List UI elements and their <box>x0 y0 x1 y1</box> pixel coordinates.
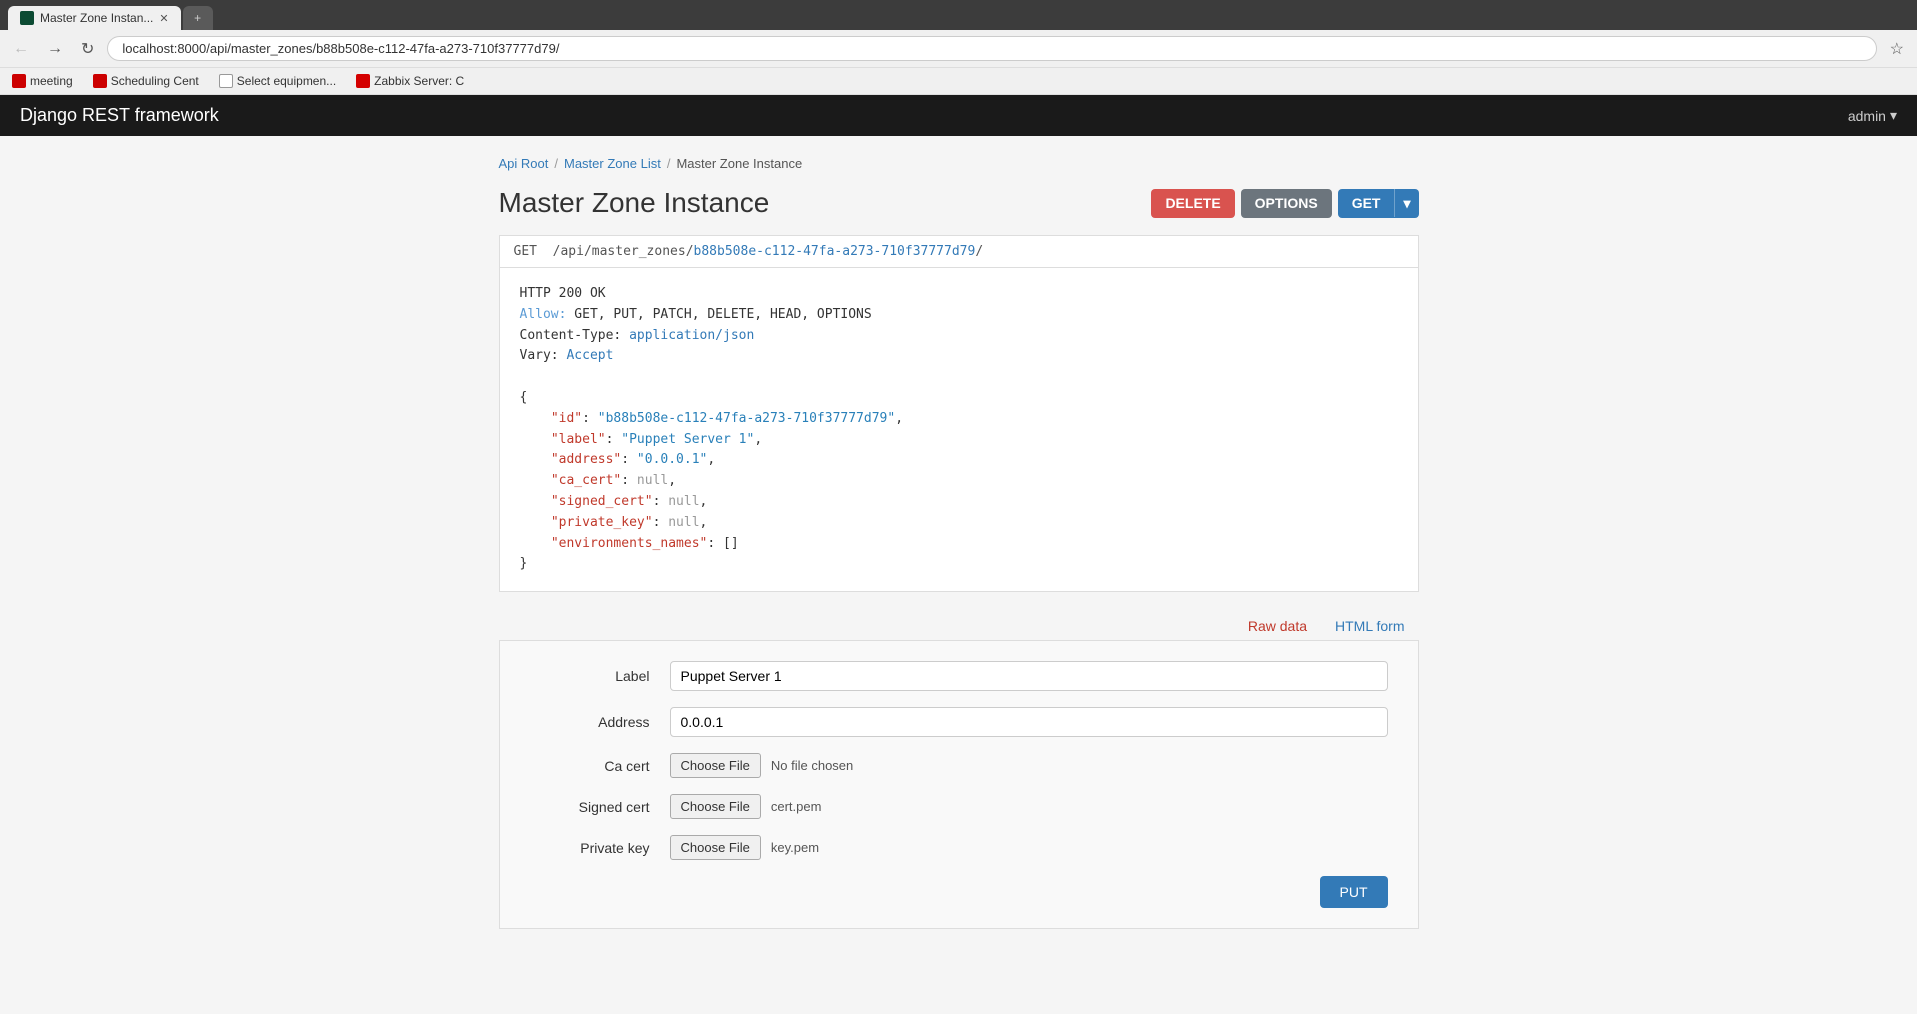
response-status-line: HTTP 200 OK <box>520 284 1398 305</box>
bookmark-zabbix[interactable]: Zabbix Server: C <box>352 72 468 90</box>
browser-toolbar: ← → ↻ ☆ <box>0 30 1917 68</box>
form-section: Label Address Ca cert Choose File No fil… <box>499 640 1419 929</box>
page-header: Master Zone Instance DELETE OPTIONS GET … <box>499 187 1419 219</box>
get-button-caret: ▾ <box>1395 189 1418 218</box>
get-button-label: GET <box>1338 189 1396 217</box>
tab-raw-data[interactable]: Raw data <box>1234 612 1321 640</box>
new-tab-button[interactable]: + <box>183 6 213 30</box>
reload-button[interactable]: ↻ <box>76 37 99 61</box>
signed-cert-field-label: Signed cert <box>530 799 670 815</box>
admin-label: admin <box>1848 108 1886 124</box>
admin-menu[interactable]: admin ▾ <box>1848 107 1897 124</box>
tab-close-button[interactable]: ✕ <box>159 12 168 25</box>
active-tab[interactable]: Master Zone Instan... ✕ <box>8 6 181 30</box>
address-bar[interactable] <box>107 36 1876 61</box>
signed-cert-choose-file-button[interactable]: Choose File <box>670 794 761 819</box>
private-key-file-name: key.pem <box>771 840 819 855</box>
form-row-label: Label <box>530 661 1388 691</box>
bookmark-scheduling-label: Scheduling Cent <box>111 74 199 88</box>
bookmark-scheduling[interactable]: Scheduling Cent <box>89 72 203 90</box>
app-title: Django REST framework <box>20 105 219 126</box>
admin-caret-icon: ▾ <box>1890 107 1897 124</box>
delete-button[interactable]: DELETE <box>1151 189 1234 218</box>
content-type-value: application/json <box>629 328 754 343</box>
browser-chrome: Master Zone Instan... ✕ + ← → ↻ ☆ meetin… <box>0 0 1917 95</box>
form-tabs: Raw data HTML form <box>499 612 1419 640</box>
get-info-box: GET /api/master_zones/b88b508e-c112-47fa… <box>499 235 1419 267</box>
label-field-label: Label <box>530 668 670 684</box>
ca-cert-file-status: No file chosen <box>771 758 853 773</box>
form-row-address: Address <box>530 707 1388 737</box>
bookmarks-bar: meeting Scheduling Cent Select equipmen.… <box>0 68 1917 95</box>
vary-value: Accept <box>566 348 613 363</box>
bookmark-meeting-icon <box>12 74 26 88</box>
label-input[interactable] <box>670 661 1388 691</box>
bookmark-button[interactable]: ☆ <box>1885 37 1909 61</box>
address-input[interactable] <box>122 41 1861 56</box>
bookmark-select-icon <box>219 74 233 88</box>
private-key-field-label: Private key <box>530 840 670 856</box>
response-allow-line: Allow: GET, PUT, PATCH, DELETE, HEAD, OP… <box>520 305 1398 326</box>
private-key-file-input: Choose File key.pem <box>670 835 820 860</box>
allow-label: Allow: <box>520 307 567 322</box>
main-content: Api Root / Master Zone List / Master Zon… <box>479 156 1439 929</box>
address-input[interactable] <box>670 707 1388 737</box>
response-vary-line: Vary: Accept <box>520 346 1398 367</box>
bookmark-scheduling-icon <box>93 74 107 88</box>
form-row-private-key: Private key Choose File key.pem <box>530 835 1388 860</box>
ca-cert-field-label: Ca cert <box>530 758 670 774</box>
signed-cert-file-input: Choose File cert.pem <box>670 794 822 819</box>
vary-label: Vary: <box>520 348 559 363</box>
put-button[interactable]: PUT <box>1320 876 1388 908</box>
json-block: { "id": "b88b508e-c112-47fa-a273-710f377… <box>520 388 1398 575</box>
tab-html-form[interactable]: HTML form <box>1321 612 1418 640</box>
private-key-choose-file-button[interactable]: Choose File <box>670 835 761 860</box>
form-row-signed-cert: Signed cert Choose File cert.pem <box>530 794 1388 819</box>
form-actions: PUT <box>530 876 1388 908</box>
request-path: /api/master_zones/b88b508e-c112-47fa-a27… <box>545 244 983 259</box>
allow-value: GET, PUT, PATCH, DELETE, HEAD, OPTIONS <box>574 307 871 322</box>
request-method: GET <box>514 244 537 259</box>
response-content-type-line: Content-Type: application/json <box>520 326 1398 347</box>
back-button[interactable]: ← <box>8 38 34 60</box>
bookmark-select[interactable]: Select equipmen... <box>215 72 340 90</box>
bookmark-zabbix-label: Zabbix Server: C <box>374 74 464 88</box>
content-type-label: Content-Type: <box>520 328 622 343</box>
breadcrumb-sep-1: / <box>554 156 558 171</box>
address-field-label: Address <box>530 714 670 730</box>
bookmark-meeting-label: meeting <box>30 74 73 88</box>
app-header: Django REST framework admin ▾ <box>0 95 1917 136</box>
form-row-ca-cert: Ca cert Choose File No file chosen <box>530 753 1388 778</box>
forward-button[interactable]: → <box>42 38 68 60</box>
ca-cert-file-input: Choose File No file chosen <box>670 753 854 778</box>
header-buttons: DELETE OPTIONS GET ▾ <box>1151 189 1418 218</box>
page-title: Master Zone Instance <box>499 187 770 219</box>
breadcrumb-current: Master Zone Instance <box>676 156 802 171</box>
bookmark-meeting[interactable]: meeting <box>8 72 77 90</box>
breadcrumb: Api Root / Master Zone List / Master Zon… <box>499 156 1419 171</box>
breadcrumb-master-zone-list[interactable]: Master Zone List <box>564 156 661 171</box>
signed-cert-file-name: cert.pem <box>771 799 822 814</box>
get-button[interactable]: GET ▾ <box>1338 189 1419 218</box>
ca-cert-choose-file-button[interactable]: Choose File <box>670 753 761 778</box>
breadcrumb-api-root[interactable]: Api Root <box>499 156 549 171</box>
bookmark-zabbix-icon <box>356 74 370 88</box>
tab-favicon <box>20 11 34 25</box>
breadcrumb-sep-2: / <box>667 156 671 171</box>
options-button[interactable]: OPTIONS <box>1241 189 1332 218</box>
tab-label: Master Zone Instan... <box>40 11 153 25</box>
bookmark-select-label: Select equipmen... <box>237 74 336 88</box>
response-box: HTTP 200 OK Allow: GET, PUT, PATCH, DELE… <box>499 267 1419 592</box>
response-status: HTTP 200 OK <box>520 286 606 301</box>
